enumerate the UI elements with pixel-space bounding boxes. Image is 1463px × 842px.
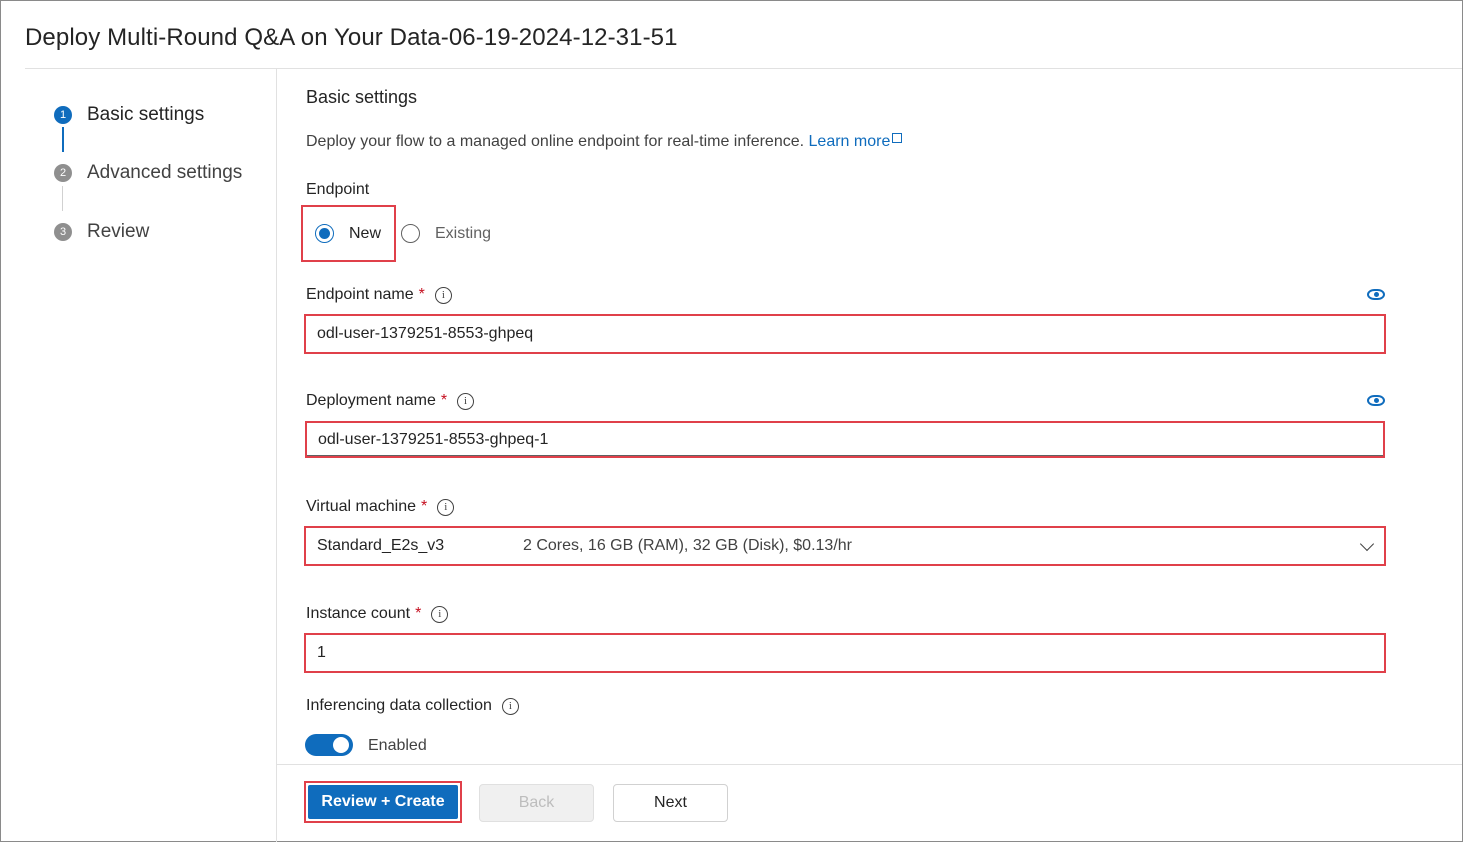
instance-count-value: 1 [317,644,326,661]
section-description: Deploy your flow to a managed online end… [306,133,903,151]
endpoint-name-label-text: Endpoint name [306,286,414,303]
instance-count-field[interactable]: 1 [304,633,1386,673]
virtual-machine-value: Standard_E2s_v3 [317,537,445,554]
step-basic-settings[interactable]: 1 Basic settings [54,104,204,126]
eye-icon[interactable] [1367,395,1385,406]
next-button[interactable]: Next [613,784,728,822]
footer-divider [277,764,1462,765]
instance-count-label-text: Instance count [306,605,411,622]
back-button[interactable]: Back [479,784,594,822]
info-icon[interactable]: i [434,286,452,304]
required-marker: * [415,605,422,622]
endpoint-label: Endpoint [306,181,369,199]
chevron-down-icon [1359,536,1375,552]
data-collection-label-text: Inferencing data collection [306,697,492,714]
required-marker: * [440,392,448,409]
radio-unselected-icon [401,224,420,243]
deployment-name-label: Deployment name * i [306,392,475,410]
step-label: Basic settings [87,104,205,125]
radio-label-new: New [349,224,382,242]
endpoint-name-label: Endpoint name * i [306,286,452,304]
radio-label-existing: Existing [435,224,492,242]
learn-more-link[interactable]: Learn more [809,133,903,150]
required-marker: * [418,286,425,303]
review-create-button[interactable]: Review + Create [308,785,458,819]
endpoint-name-value: odl-user-1379251-8553-ghpeq [317,325,534,342]
data-collection-toggle[interactable] [305,734,353,756]
step-advanced-settings[interactable]: 2 Advanced settings [54,162,242,184]
deployment-name-value: odl-user-1379251-8553-ghpeq-1 [318,430,549,448]
radio-selected-icon [315,224,334,243]
endpoint-existing-radio[interactable]: Existing [401,224,491,243]
sidebar-divider [276,69,277,842]
virtual-machine-label: Virtual machine * i [306,498,455,516]
data-collection-label: Inferencing data collection i [306,697,519,715]
step-label: Advanced settings [87,162,243,183]
step-label: Review [87,221,150,242]
deployment-name-label-text: Deployment name [306,392,436,409]
endpoint-new-radio[interactable]: New [315,224,381,243]
info-icon[interactable]: i [437,498,455,516]
field-underline [307,455,1383,456]
step-connector [62,186,63,211]
deployment-name-field[interactable]: odl-user-1379251-8553-ghpeq-1 [305,421,1385,458]
page-title: Deploy Multi-Round Q&A on Your Data-06-1… [25,24,678,51]
info-icon[interactable]: i [457,392,475,410]
endpoint-label-text: Endpoint [306,181,370,198]
info-icon[interactable]: i [501,697,519,715]
step-number-3: 3 [54,223,72,241]
section-heading: Basic settings [306,87,418,107]
instance-count-label: Instance count * i [306,605,449,623]
virtual-machine-dropdown[interactable]: Standard_E2s_v3 2 Cores, 16 GB (RAM), 32… [304,526,1386,566]
title-divider [25,68,1462,69]
step-number-2: 2 [54,164,72,182]
eye-icon[interactable] [1367,289,1385,300]
virtual-machine-label-text: Virtual machine [306,498,416,515]
required-marker: * [420,498,428,515]
step-connector-active [62,127,64,152]
endpoint-name-field[interactable]: odl-user-1379251-8553-ghpeq [304,314,1386,354]
info-icon[interactable]: i [431,605,449,623]
virtual-machine-spec: 2 Cores, 16 GB (RAM), 32 GB (Disk), $0.1… [523,537,852,554]
step-number-1: 1 [54,106,72,124]
toggle-label: Enabled [368,737,427,754]
external-link-icon [892,133,903,143]
description-text: Deploy your flow to a managed online end… [306,133,805,150]
step-review[interactable]: 3 Review [54,221,149,243]
learn-more-text: Learn more [808,133,891,150]
